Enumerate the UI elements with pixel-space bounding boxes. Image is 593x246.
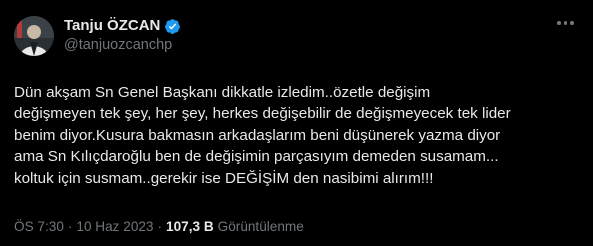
meta-separator: · (67, 219, 73, 234)
more-options-icon[interactable] (557, 20, 577, 26)
handle[interactable]: @tanjuozcanchp (64, 36, 181, 55)
tweet-meta: ÖS 7:30 · 10 Haz 2023 · 107,3 B Görüntül… (14, 219, 304, 234)
tweet-card: Tanju ÖZCAN @tanjuozcanchp Dün akşam Sn … (0, 0, 593, 246)
tweet-date[interactable]: 10 Haz 2023 (76, 219, 153, 234)
meta-separator: · (157, 219, 163, 234)
tweet-time[interactable]: ÖS 7:30 (14, 219, 64, 234)
verified-badge-icon (165, 18, 181, 34)
author-info: Tanju ÖZCAN @tanjuozcanchp (64, 17, 181, 55)
profile-photo (14, 16, 54, 56)
tweet-text: Dün akşam Sn Genel Başkanı dikkatle izle… (14, 84, 511, 187)
tweet-header: Tanju ÖZCAN @tanjuozcanchp (12, 12, 581, 60)
views-label: Görüntülenme (217, 219, 304, 234)
display-name[interactable]: Tanju ÖZCAN (64, 17, 160, 35)
avatar[interactable] (14, 16, 54, 56)
name-row: Tanju ÖZCAN (64, 17, 181, 35)
views-count[interactable]: 107,3 B (166, 219, 214, 234)
